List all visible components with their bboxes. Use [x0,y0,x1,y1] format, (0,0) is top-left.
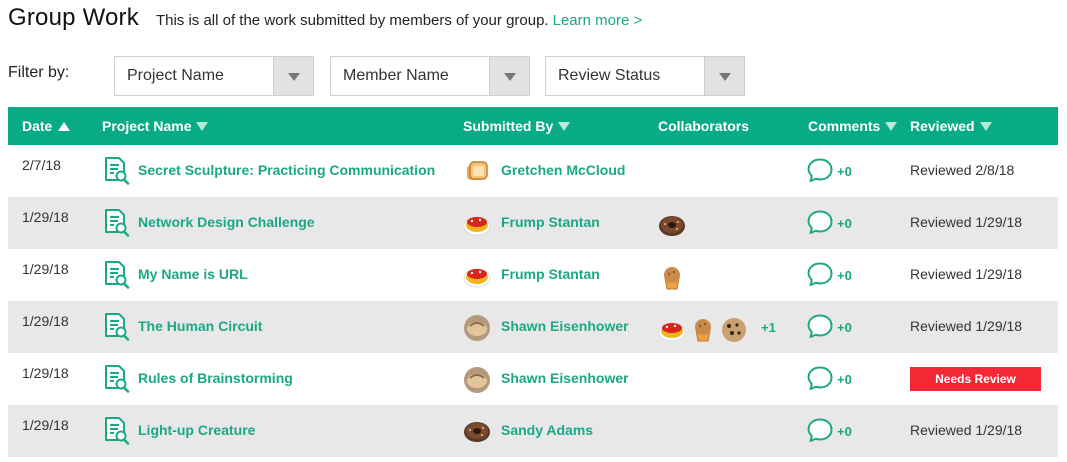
document-search-icon[interactable] [102,207,130,237]
submitted-by-link[interactable]: Gretchen McCloud [501,162,625,178]
speech-bubble-icon[interactable] [807,417,833,443]
column-header-project-name[interactable]: Project Name [102,118,209,134]
submitted-by-link[interactable]: Shawn Eisenhower [501,318,629,334]
submitted-by-link[interactable]: Sandy Adams [501,422,593,438]
page-description: This is all of the work submitted by mem… [155,12,549,29]
column-header-reviewed[interactable]: Reviewed [910,118,992,134]
tart-avatar [463,262,491,290]
column-header-comments[interactable]: Comments [808,118,898,134]
bread-avatar [463,366,491,394]
sort-down-icon [558,121,571,131]
page-title: Group Work [8,4,139,31]
needs-review-button[interactable]: Needs Review [910,367,1041,391]
speech-bubble-icon[interactable] [807,209,833,235]
submitted-by-link[interactable]: Shawn Eisenhower [501,370,629,386]
document-search-icon[interactable] [102,155,130,185]
learn-more-link[interactable]: Learn more > [553,12,643,29]
submission-date: 2/7/18 [22,157,61,173]
chevron-down-icon[interactable] [704,57,744,95]
column-header-reviewed-label: Reviewed [910,118,975,134]
project-name-link[interactable]: Light-up Creature [138,422,255,438]
document-search-icon[interactable] [102,363,130,393]
column-header-project-name-label: Project Name [102,118,192,134]
project-name-link[interactable]: Network Design Challenge [138,214,315,230]
filter-bar: Filter by: Project Name Member Name Revi… [8,56,1058,96]
review-status-filter[interactable]: Review Status [545,56,745,96]
member-name-filter[interactable]: Member Name [330,56,530,96]
table-row: 1/29/18 The Human Circuit Shawn Eisenhower… [8,301,1058,353]
toast-avatar [463,158,491,186]
tart-collaborator-avatar[interactable] [658,316,686,342]
comment-count[interactable]: +0 [837,320,852,335]
document-search-icon[interactable] [102,259,130,289]
comment-count[interactable]: +0 [837,424,852,439]
submitted-by-link[interactable]: Frump Stantan [501,214,600,230]
submission-date: 1/29/18 [22,417,69,433]
speech-bubble-icon[interactable] [807,365,833,391]
table-row: 1/29/18 Rules of Brainstorming Shawn Eisen… [8,353,1058,405]
project-name-link[interactable]: Secret Sculpture: Practicing Communicati… [138,162,435,178]
document-search-icon[interactable] [102,311,130,341]
table-row: 1/29/18 Network Design Challenge Frump Sta… [8,197,1058,249]
bread-avatar [463,314,491,342]
chevron-down-icon[interactable] [273,57,313,95]
speech-bubble-icon[interactable] [807,313,833,339]
review-status: Reviewed 1/29/18 [910,214,1023,230]
project-name-filter[interactable]: Project Name [114,56,314,96]
comment-count[interactable]: +0 [837,164,852,179]
extra-collaborators-count[interactable]: +1 [761,320,776,335]
column-header-collaborators: Collaborators [658,118,749,134]
sort-down-icon [979,121,992,131]
submission-date: 1/29/18 [22,365,69,381]
comment-count[interactable]: +0 [837,216,852,231]
column-header-date[interactable]: Date [22,118,71,134]
page-header: Group Work This is all of the work submi… [8,4,642,32]
review-status: Reviewed 1/29/18 [910,318,1023,334]
table-row: 1/29/18 Light-up Creature Sandy Adams +0 Rev… [8,405,1058,457]
project-name-link[interactable]: Rules of Brainstorming [138,370,293,386]
review-status: Reviewed 2/8/18 [910,162,1015,178]
comment-count[interactable]: +0 [837,268,852,283]
submission-date: 1/29/18 [22,313,69,329]
cookie-collaborator-avatar[interactable] [720,316,746,342]
muffin-collaborator-avatar[interactable] [658,264,684,290]
tart-avatar [463,210,491,238]
filter-label: Filter by: [8,64,70,81]
review-status: Reviewed 1/29/18 [910,266,1023,282]
review-status: Reviewed 1/29/18 [910,422,1023,438]
submission-date: 1/29/18 [22,261,69,277]
table-row: 2/7/18 Secret Sculpture: Practicing Commu… [8,145,1058,197]
sort-down-icon [196,121,209,131]
column-header-comments-label: Comments [808,118,881,134]
column-header-collaborators-label: Collaborators [658,118,750,134]
table-body: 2/7/18 Secret Sculpture: Practicing Commu… [8,145,1058,457]
comment-count[interactable]: +0 [837,372,852,387]
sort-down-icon [885,121,898,131]
table-row: 1/29/18 My Name is URL Frump Stantan +0 Revi… [8,249,1058,301]
donut-avatar [463,418,491,446]
chevron-down-icon[interactable] [489,57,529,95]
column-header-submitted-by-label: Submitted By [463,118,554,134]
donut-collaborator-avatar[interactable] [658,212,685,238]
sort-ascending-icon [58,121,71,131]
document-search-icon[interactable] [102,415,130,445]
speech-bubble-icon[interactable] [807,261,833,287]
table-header: Date Project Name Submitted By Collabora… [8,107,1058,145]
project-name-link[interactable]: My Name is URL [138,266,248,282]
submission-date: 1/29/18 [22,209,69,225]
column-header-submitted-by[interactable]: Submitted By [463,118,571,134]
project-name-filter-value: Project Name [127,67,224,84]
column-header-date-label: Date [22,118,53,134]
project-name-link[interactable]: The Human Circuit [138,318,262,334]
muffin-collaborator-avatar[interactable] [689,316,715,342]
review-status-filter-value: Review Status [558,67,661,84]
member-name-filter-value: Member Name [343,67,449,84]
speech-bubble-icon[interactable] [807,157,833,183]
submitted-by-link[interactable]: Frump Stantan [501,266,600,282]
group-work-table: Date Project Name Submitted By Collabora… [8,107,1058,457]
